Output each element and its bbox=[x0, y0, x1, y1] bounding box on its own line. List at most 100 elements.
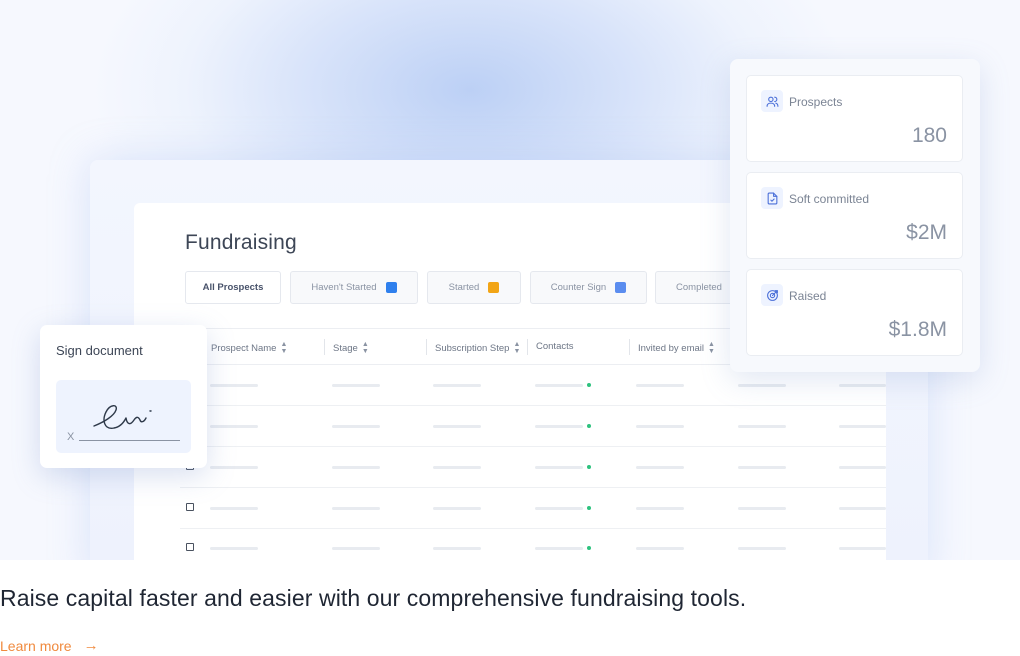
column-divider bbox=[426, 339, 427, 355]
tab-label: Counter Sign bbox=[550, 282, 607, 293]
cell-placeholder bbox=[636, 547, 684, 550]
arrow-right-icon: → bbox=[83, 637, 99, 654]
column-divider bbox=[527, 339, 528, 355]
cell-placeholder bbox=[839, 384, 886, 387]
cell-placeholder bbox=[839, 507, 886, 510]
stat-value: 180 bbox=[911, 124, 947, 147]
cell-placeholder bbox=[738, 466, 786, 469]
column-label: Prospect Name bbox=[211, 342, 277, 354]
cell-placeholder bbox=[210, 466, 258, 469]
status-dot bbox=[587, 383, 591, 387]
cell-placeholder bbox=[535, 384, 583, 387]
row-checkbox[interactable] bbox=[186, 543, 194, 551]
tab-started[interactable]: Started bbox=[427, 271, 521, 304]
column-invited-by-email[interactable]: Invited by email ▲ ▼ bbox=[638, 341, 715, 355]
column-subscription-step[interactable]: Subscription Step ▲ ▼ bbox=[435, 341, 520, 355]
learn-more-label: Learn more bbox=[0, 637, 72, 654]
cell-placeholder bbox=[636, 466, 684, 469]
stat-label: Raised bbox=[789, 289, 827, 303]
column-contacts[interactable]: Contacts bbox=[536, 341, 574, 352]
cell-placeholder bbox=[636, 384, 684, 387]
stat-label: Soft committed bbox=[789, 192, 870, 206]
cell-placeholder bbox=[738, 425, 786, 428]
cell-placeholder bbox=[433, 547, 481, 550]
cell-placeholder bbox=[210, 547, 258, 550]
column-divider bbox=[324, 339, 325, 355]
row-checkbox[interactable] bbox=[186, 503, 194, 511]
cell-placeholder bbox=[535, 507, 583, 510]
sign-card-title: Sign document bbox=[56, 343, 143, 358]
status-dot bbox=[587, 424, 591, 428]
status-dot bbox=[587, 546, 591, 550]
cell-placeholder bbox=[636, 425, 684, 428]
status-swatch bbox=[488, 282, 500, 293]
cell-placeholder bbox=[535, 547, 583, 550]
sort-icon: ▲ ▼ bbox=[280, 341, 288, 355]
signature-icon bbox=[93, 405, 152, 429]
stat-value: $2M bbox=[906, 221, 947, 244]
cell-placeholder bbox=[210, 384, 258, 387]
cell-placeholder bbox=[332, 466, 380, 469]
status-swatch bbox=[385, 282, 397, 293]
stat-value: $1.8M bbox=[888, 318, 947, 341]
signature-field[interactable]: X bbox=[56, 380, 191, 453]
cell-placeholder bbox=[738, 547, 786, 550]
cell-placeholder bbox=[433, 466, 481, 469]
cell-placeholder bbox=[839, 425, 886, 428]
table-row[interactable] bbox=[180, 488, 886, 529]
cell-placeholder bbox=[332, 547, 380, 550]
column-label: Contacts bbox=[536, 341, 574, 352]
page-title: Fundraising bbox=[185, 231, 297, 254]
cell-placeholder bbox=[535, 466, 583, 469]
stat-label: Prospects bbox=[789, 95, 843, 109]
tab-label: Completed bbox=[676, 282, 722, 293]
column-label: Stage bbox=[333, 342, 358, 354]
column-stage[interactable]: Stage ▲ ▼ bbox=[333, 341, 369, 355]
cell-placeholder bbox=[433, 425, 481, 428]
cell-placeholder bbox=[210, 425, 258, 428]
cell-placeholder bbox=[839, 547, 886, 550]
status-swatch bbox=[615, 282, 627, 293]
cell-placeholder bbox=[433, 384, 481, 387]
tab-label: Haven't Started bbox=[311, 282, 377, 293]
document-check-icon bbox=[761, 187, 783, 209]
hero-illustration: Fundraising All Prospects Haven't Starte… bbox=[0, 0, 1020, 560]
cell-placeholder bbox=[535, 425, 583, 428]
column-label: Invited by email bbox=[638, 342, 705, 354]
cell-placeholder bbox=[332, 384, 380, 387]
tab-all-prospects[interactable]: All Prospects bbox=[185, 271, 281, 304]
tab-label: Started bbox=[448, 282, 480, 293]
cell-placeholder bbox=[210, 507, 258, 510]
cell-placeholder bbox=[839, 466, 886, 469]
column-divider bbox=[629, 339, 630, 355]
stat-raised: Raised $1.8M bbox=[746, 269, 963, 356]
learn-more-link[interactable]: Learn more → bbox=[0, 637, 99, 654]
cell-placeholder bbox=[738, 384, 786, 387]
cell-placeholder bbox=[738, 507, 786, 510]
signature-x-mark: X bbox=[67, 431, 75, 443]
users-icon bbox=[761, 90, 783, 112]
stat-soft-committed: Soft committed $2M bbox=[746, 172, 963, 259]
cell-placeholder bbox=[332, 425, 380, 428]
cell-placeholder bbox=[433, 507, 481, 510]
stat-prospects: Prospects 180 bbox=[746, 75, 963, 162]
signature-line bbox=[79, 440, 180, 441]
tagline: Raise capital faster and easier with our… bbox=[0, 585, 747, 611]
table-row[interactable] bbox=[180, 406, 886, 447]
sort-icon: ▲ ▼ bbox=[361, 341, 369, 355]
tab-label: All Prospects bbox=[202, 282, 264, 293]
tab-counter-sign[interactable]: Counter Sign bbox=[530, 271, 647, 304]
table-row[interactable] bbox=[180, 447, 886, 488]
status-dot bbox=[587, 506, 591, 510]
tab-havent-started[interactable]: Haven't Started bbox=[290, 271, 418, 304]
table-row[interactable] bbox=[180, 528, 886, 560]
sign-document-card: Sign document X bbox=[40, 325, 207, 468]
status-dot bbox=[587, 465, 591, 469]
column-prospect-name[interactable]: Prospect Name ▲ ▼ bbox=[211, 341, 287, 355]
column-label: Subscription Step bbox=[435, 342, 510, 354]
target-icon bbox=[761, 284, 783, 306]
sort-icon: ▲ ▼ bbox=[708, 341, 715, 355]
cell-placeholder bbox=[332, 507, 380, 510]
sort-icon: ▲ ▼ bbox=[513, 341, 521, 355]
cell-placeholder bbox=[636, 507, 684, 510]
